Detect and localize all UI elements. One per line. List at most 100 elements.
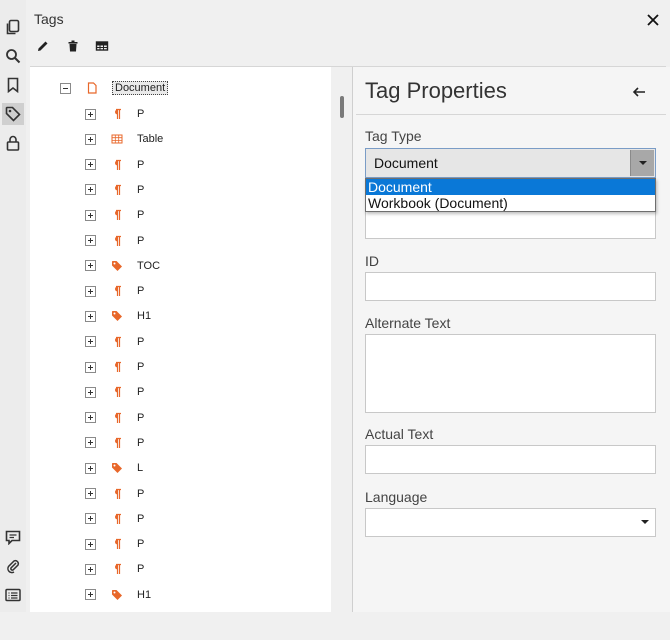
attachment-icon[interactable] xyxy=(2,555,24,577)
expand-icon[interactable] xyxy=(85,361,96,373)
tree-item[interactable]: P xyxy=(85,105,144,123)
tree-root-label: Document xyxy=(112,81,169,95)
tag-type-option[interactable]: Document xyxy=(366,179,655,195)
tree-item[interactable]: P xyxy=(85,206,144,224)
tree-item-label: P xyxy=(137,487,145,500)
tree-item[interactable]: P xyxy=(85,358,144,376)
paragraph-icon xyxy=(111,184,123,196)
tag-type-label: Tag Type xyxy=(365,128,422,144)
expand-icon[interactable] xyxy=(85,538,96,550)
tree-item-label: P xyxy=(137,386,145,399)
table-icon xyxy=(111,133,123,145)
tree-item-label: P xyxy=(137,361,145,373)
id-field[interactable] xyxy=(365,272,656,301)
tree-item-label: H1 xyxy=(137,310,152,323)
document-tag-icon xyxy=(86,82,98,94)
tree-item[interactable]: P xyxy=(85,232,144,250)
tree-item[interactable]: P xyxy=(85,485,144,503)
tree-item[interactable]: P xyxy=(85,333,144,351)
comment-icon[interactable] xyxy=(2,526,24,548)
expand-icon[interactable] xyxy=(85,437,96,449)
dropdown-arrow-icon[interactable] xyxy=(630,150,654,176)
expand-icon[interactable] xyxy=(85,260,96,272)
content-list-icon[interactable] xyxy=(2,584,24,606)
close-icon[interactable] xyxy=(645,12,661,28)
tree-item-label: P xyxy=(137,563,145,576)
paragraph-icon xyxy=(111,412,123,424)
panel-title: Tags xyxy=(34,11,64,27)
tree-item[interactable]: P xyxy=(85,409,144,427)
tree-item-label: TOC xyxy=(137,259,161,272)
tree-item-label: P xyxy=(137,183,145,196)
tree-item[interactable]: TOC xyxy=(85,257,160,275)
tree-item[interactable]: Table xyxy=(85,130,163,148)
lock-icon[interactable] xyxy=(2,132,24,154)
tree-item[interactable]: L xyxy=(85,459,143,477)
tree-item[interactable]: P xyxy=(85,510,144,528)
language-dropdown[interactable] xyxy=(365,508,656,537)
tree-item[interactable]: P xyxy=(85,434,144,452)
expand-icon[interactable] xyxy=(85,235,96,246)
back-arrow-icon[interactable] xyxy=(632,85,646,97)
tags-tree: Document P Table P P P P TOC P H1 P P P P P L P P P P H1 xyxy=(30,67,352,612)
tree-item-label: P xyxy=(137,234,145,247)
expand-icon[interactable] xyxy=(85,462,96,474)
paragraph-icon xyxy=(111,336,123,348)
tree-item[interactable]: P xyxy=(85,535,144,553)
language-label: Language xyxy=(365,489,428,505)
expand-icon[interactable] xyxy=(85,513,96,525)
tag-title-field[interactable] xyxy=(365,210,656,239)
expand-icon[interactable] xyxy=(85,563,96,575)
tag-type-option[interactable]: Workbook (Document) xyxy=(366,195,655,211)
alternate-text-label: Alternate Text xyxy=(365,315,451,331)
expand-icon[interactable] xyxy=(85,159,96,171)
tag-icon xyxy=(111,260,123,272)
expand-icon[interactable] xyxy=(85,209,96,221)
paragraph-icon xyxy=(111,513,123,525)
table-editor-icon[interactable] xyxy=(95,39,109,53)
paragraph-icon xyxy=(111,488,123,500)
expand-icon[interactable] xyxy=(85,184,96,196)
expand-icon[interactable] xyxy=(85,589,96,601)
expand-icon[interactable] xyxy=(85,285,96,297)
collapse-icon[interactable] xyxy=(60,82,71,94)
tree-item-label: Table xyxy=(137,133,164,146)
tree-item-label: P xyxy=(137,158,145,171)
tree-item-label: P xyxy=(137,436,145,449)
tree-item[interactable]: P xyxy=(85,560,144,578)
edit-icon[interactable] xyxy=(36,39,50,53)
bookmark-icon[interactable] xyxy=(2,74,24,96)
expand-icon[interactable] xyxy=(85,386,96,398)
tree-item[interactable]: H1 xyxy=(85,307,151,325)
paragraph-icon xyxy=(111,563,123,575)
search-icon[interactable] xyxy=(2,45,24,67)
tag-type-options-list: Document Workbook (Document) xyxy=(365,178,656,212)
pages-icon[interactable] xyxy=(2,16,24,38)
tree-root-row[interactable]: Document xyxy=(60,79,169,97)
expand-icon[interactable] xyxy=(85,133,96,145)
actual-text-field[interactable] xyxy=(365,445,656,474)
alternate-text-field[interactable] xyxy=(365,334,656,413)
tree-scrollbar-thumb[interactable] xyxy=(340,96,344,118)
expand-icon[interactable] xyxy=(85,336,96,348)
delete-icon[interactable] xyxy=(66,39,80,53)
expand-icon[interactable] xyxy=(85,412,96,424)
tree-item[interactable]: H1 xyxy=(85,586,151,604)
paragraph-icon xyxy=(111,386,123,398)
tag-type-dropdown[interactable]: Document xyxy=(365,148,656,178)
expand-icon[interactable] xyxy=(85,108,96,120)
expand-icon[interactable] xyxy=(85,488,96,499)
tree-scrollbar[interactable] xyxy=(331,67,352,612)
tags-panel-window: Tags Document P Table P P P P TOC P H1 P P P P P L P P P P… xyxy=(0,0,670,640)
tree-item[interactable]: P xyxy=(85,181,144,199)
chevron-down-icon[interactable] xyxy=(641,520,649,524)
tree-item[interactable]: P xyxy=(85,282,144,300)
paragraph-icon xyxy=(111,285,123,297)
tree-item[interactable]: P xyxy=(85,156,144,174)
tag-icon[interactable] xyxy=(2,103,24,125)
id-label: ID xyxy=(365,253,379,269)
expand-icon[interactable] xyxy=(85,310,96,322)
tree-item[interactable]: P xyxy=(85,383,144,401)
paragraph-icon xyxy=(111,437,123,449)
tag-icon xyxy=(111,589,123,601)
